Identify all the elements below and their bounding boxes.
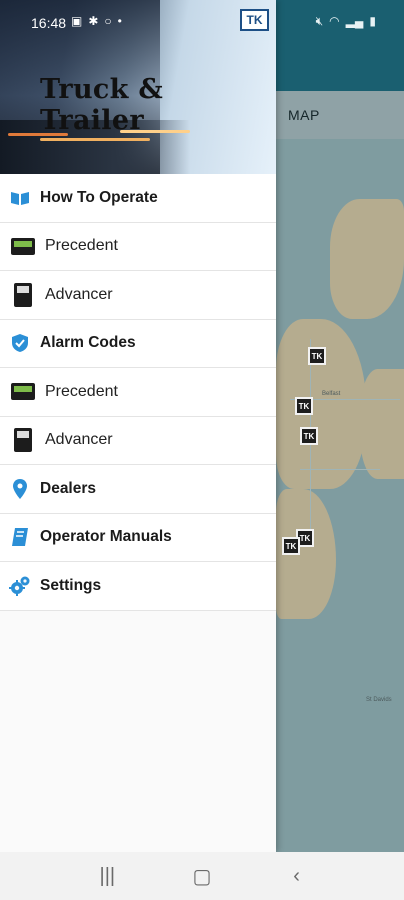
- header-light-streak: [40, 138, 150, 141]
- map-land: [360, 369, 404, 479]
- home-button[interactable]: ▢: [182, 864, 222, 889]
- status-left-icons: ▣ ✱ ○ •: [71, 14, 122, 28]
- menu-label: Advancer: [45, 431, 113, 449]
- map-land: [330, 199, 404, 319]
- dealer-pin[interactable]: TK: [308, 347, 326, 365]
- menu-label: Settings: [40, 576, 102, 594]
- menu-label: Alarm Codes: [40, 334, 136, 352]
- menu-operate-precedent[interactable]: Precedent: [0, 222, 276, 271]
- settings-gear-icon: ✱: [88, 14, 99, 28]
- advancer-unit-icon: [0, 428, 45, 453]
- menu-dealers[interactable]: Dealers: [0, 465, 276, 514]
- app-logo-icon: TK: [240, 9, 269, 31]
- dot-icon: •: [117, 14, 122, 28]
- menu-label: Precedent: [45, 382, 118, 400]
- menu-operate-advancer[interactable]: Advancer: [0, 271, 276, 320]
- menu-label: Advancer: [45, 285, 113, 303]
- menu-alarm-advancer[interactable]: Advancer: [0, 416, 276, 465]
- map-land: [276, 319, 366, 489]
- precedent-unit-icon: [0, 237, 45, 255]
- status-time: 16:48: [31, 15, 67, 31]
- drawer-menu: How To Operate Precedent Advancer Alarm …: [0, 174, 276, 611]
- status-bar: 16:48 ▣ ✱ ○ • TK: [0, 0, 404, 36]
- open-book-icon: [0, 190, 40, 206]
- map-road: [300, 469, 380, 470]
- dealer-pin[interactable]: TK: [295, 397, 313, 415]
- dealer-pin[interactable]: TK: [282, 537, 300, 555]
- advancer-unit-icon: [0, 282, 45, 307]
- circle-icon: ○: [104, 14, 112, 28]
- dealer-pin[interactable]: TK: [300, 427, 318, 445]
- menu-label: Operator Manuals: [40, 528, 172, 546]
- map-place-label: Belfast: [322, 391, 341, 397]
- gallery-icon: ▣: [71, 14, 83, 28]
- menu-how-to-operate[interactable]: How To Operate: [0, 174, 276, 223]
- drawer-header-title: Truck & Trailer: [40, 74, 164, 136]
- location-pin-icon: [0, 478, 40, 499]
- tab-map[interactable]: MAP: [288, 107, 320, 123]
- menu-label: How To Operate: [40, 188, 158, 206]
- menu-operator-manuals[interactable]: Operator Manuals: [0, 513, 276, 562]
- system-nav-bar: ||| ▢ ‹: [0, 852, 404, 900]
- navigation-drawer: Truck & Trailer How To Operate Precedent…: [0, 0, 276, 852]
- menu-label: Dealers: [40, 479, 97, 497]
- manual-book-icon: [0, 527, 40, 547]
- menu-label: Precedent: [45, 237, 118, 255]
- menu-alarm-precedent[interactable]: Precedent: [0, 368, 276, 417]
- map-place-label: St Davids: [366, 697, 392, 703]
- back-button[interactable]: ‹: [277, 865, 317, 888]
- recents-button[interactable]: |||: [87, 865, 127, 888]
- gears-icon: [0, 575, 40, 597]
- precedent-unit-icon: [0, 383, 45, 401]
- shield-icon: [0, 333, 40, 353]
- menu-settings[interactable]: Settings: [0, 562, 276, 611]
- menu-alarm-codes[interactable]: Alarm Codes: [0, 319, 276, 368]
